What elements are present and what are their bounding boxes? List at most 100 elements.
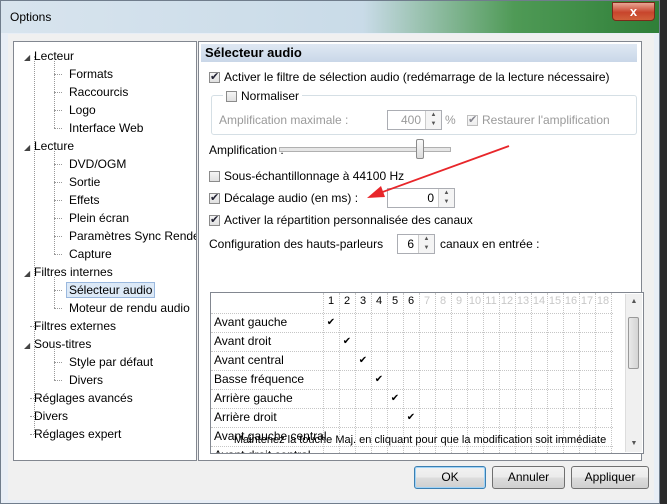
tree-connector [54,236,62,237]
matrix-row-label: Avant droit central [214,448,311,453]
tree-item-1[interactable]: Formats [69,65,113,83]
spin-down-icon[interactable]: ▼ [419,244,434,253]
tree-item-label: Divers [34,409,69,423]
matrix-check-icon[interactable]: ✔ [323,317,339,328]
channel-matrix[interactable]: ▲ ▼ 1 2 3 4 5 6 7 8 9 10 11 12 13 14 15 16 17 18 Avant gau… [210,292,644,454]
matrix-gridline [211,389,613,390]
matrix-gridline [579,293,580,453]
matrix-check-icon[interactable]: ✔ [403,412,419,423]
tree-item-label: Paramètres Sync Render [69,229,197,243]
matrix-gridline [547,293,548,453]
matrix-scrollbar[interactable]: ▲ ▼ [625,294,642,452]
tree-node-19[interactable]: Réglages avancés [24,389,133,407]
tree-node-5[interactable]: ◢ Lecture [24,137,74,155]
matrix-gridline [211,427,613,428]
matrix-column-header: 2 [343,295,351,307]
tree-connector [54,110,62,111]
cancel-button[interactable]: Annuler [492,466,565,489]
tree-item-14[interactable]: Moteur de rendu audio [69,299,190,317]
matrix-column-header: 10 [468,295,482,307]
matrix-gridline [611,293,612,453]
tree-item-label: Sous-titres [34,337,92,351]
close-icon: x [629,4,638,19]
delay-row[interactable]: Décalage audio (en ms) : [209,190,358,206]
custom-channels-row[interactable]: Activer la répartition personnalisée des… [209,212,473,228]
matrix-gridline [403,293,404,453]
ok-button[interactable]: OK [414,466,486,489]
tree-node-12[interactable]: ◢ Filtres internes [24,263,113,281]
custom-channels-checkbox[interactable] [209,212,220,228]
scroll-thumb[interactable] [628,317,639,369]
tree-item-13[interactable]: Sélecteur audio [66,281,156,299]
tree-connector [54,200,62,201]
matrix-gridline [211,332,613,333]
tree-expanded-icon[interactable]: ◢ [24,49,34,67]
tree-item-label: Capture [69,247,112,261]
tree-item-8[interactable]: Effets [69,191,99,209]
speaker-count-arrows[interactable]: ▲ ▼ [418,235,434,253]
matrix-check-icon[interactable]: ✔ [387,393,403,404]
matrix-check-icon[interactable]: ✔ [371,374,387,385]
apply-button[interactable]: Appliquer [571,466,649,489]
amp-max-spinner[interactable]: 400 ▲ ▼ [387,110,442,130]
matrix-column-header: 7 [423,295,431,307]
tree-item-17[interactable]: Style par défaut [69,353,153,371]
amp-max-arrows[interactable]: ▲ ▼ [425,111,441,129]
tree-connector [34,56,35,434]
matrix-row-label: Arrière droit [214,410,277,424]
tree-expanded-icon[interactable]: ◢ [24,265,34,283]
tree-item-label: Effets [69,193,100,207]
tree-item-3[interactable]: Logo [69,101,96,119]
tree-node-20[interactable]: Divers [24,407,68,425]
matrix-check-icon[interactable]: ✔ [339,336,355,347]
close-button[interactable]: x [612,2,655,21]
tree-item-4[interactable]: Interface Web [69,119,143,137]
matrix-gridline [435,293,436,453]
tree-expanded-icon[interactable]: ◢ [24,139,34,157]
scroll-up-icon[interactable]: ▲ [626,294,642,310]
tree-item-2[interactable]: Raccourcis [69,83,128,101]
restore-amp-row[interactable]: Restaurer l'amplification [467,112,610,128]
tree-connector [54,151,55,254]
resample-checkbox[interactable] [209,171,220,182]
matrix-row-label: Basse fréquence [214,372,305,386]
tree-node-15[interactable]: Filtres externes [24,317,116,335]
tree-connector [54,277,55,308]
dialog-client: ◢ Lecteur Formats Raccourcis Logo Interface W… [8,34,654,500]
spin-down-icon[interactable]: ▼ [426,120,441,129]
speaker-count-value: 6 [407,237,414,251]
matrix-column-header: 6 [407,295,415,307]
background-desktop [660,0,667,504]
tree-node-21[interactable]: Réglages expert [24,425,121,443]
tree-connector [54,290,62,291]
tree-item-10[interactable]: Paramètres Sync Render [69,227,197,245]
enable-filter-row[interactable]: Activer le filtre de sélection audio (re… [209,69,610,85]
amp-max-label: Amplification maximale : [219,113,349,127]
tree-item-label: Divers [69,373,104,387]
normalize-checkbox[interactable] [226,91,237,102]
speaker-count-spinner[interactable]: 6 ▲ ▼ [397,234,435,254]
spin-up-icon[interactable]: ▲ [419,235,434,244]
matrix-check-icon[interactable]: ✔ [355,355,371,366]
tree-item-9[interactable]: Plein écran [69,209,129,227]
tree-item-18[interactable]: Divers [69,371,103,389]
tree-item-label: Filtres externes [34,319,117,333]
restore-amp-checkbox[interactable] [467,112,478,128]
tree-connector [54,254,62,255]
matrix-gridline [371,293,372,453]
enable-filter-checkbox[interactable] [209,69,220,85]
matrix-gridline [467,293,468,453]
options-tree[interactable]: ◢ Lecteur Formats Raccourcis Logo Interface W… [13,41,197,461]
spin-up-icon[interactable]: ▲ [426,111,441,120]
tree-expanded-icon[interactable]: ◢ [24,337,34,355]
tree-connector [54,164,62,165]
tree-item-6[interactable]: DVD/OGM [69,155,126,173]
normalize-label: Normaliser [241,89,300,103]
delay-checkbox[interactable] [209,190,220,206]
title-bar[interactable]: Options x [1,1,659,33]
tree-node-0[interactable]: ◢ Lecteur [24,47,74,65]
tree-item-11[interactable]: Capture [69,245,112,263]
normalize-row[interactable]: Normaliser [223,88,303,104]
tree-item-7[interactable]: Sortie [69,173,100,191]
matrix-column-header: 9 [455,295,463,307]
